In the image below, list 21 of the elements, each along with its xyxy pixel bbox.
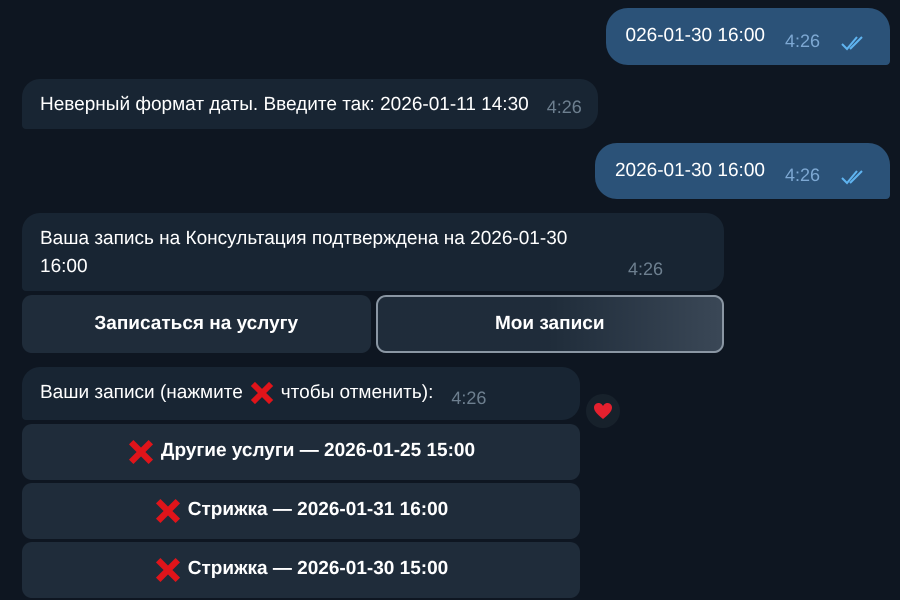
heart-icon	[593, 402, 613, 420]
message-time: 4:26	[546, 96, 582, 118]
cancel-booking-button[interactable]: Другие услуги — 2026-01-25 15:00	[22, 424, 580, 480]
message-time: 4:26	[784, 30, 820, 52]
message-time: 4:26	[451, 386, 486, 410]
message-text: Неверный формат даты. Введите так: 2026-01-11 14:30	[40, 92, 529, 116]
cross-icon	[154, 556, 182, 584]
cross-icon	[248, 380, 275, 406]
cross-icon	[154, 496, 182, 524]
message-text: чтобы отменить):	[280, 381, 434, 405]
message-text: 026-01-30 16:00	[626, 24, 765, 48]
keyboard-button[interactable]: Мои записи	[376, 295, 724, 353]
message-text: Ваши записи (нажмите	[40, 381, 243, 405]
cancel-booking-button[interactable]: Стрижка — 2026-01-30 15:00	[22, 542, 580, 598]
message-time: 4:26	[784, 164, 820, 187]
keyboard-button[interactable]: Записаться на услугу	[22, 295, 370, 353]
cross-icon	[126, 438, 155, 466]
message-text: Ваша запись на Консультация подтверждена на 2026-01-30 16:00	[40, 227, 568, 279]
message-text: 2026-01-30 16:00	[614, 158, 765, 182]
cancel-booking-button[interactable]: Стрижка — 2026-01-31 16:00	[22, 482, 580, 538]
message-time: 4:26	[628, 258, 664, 281]
